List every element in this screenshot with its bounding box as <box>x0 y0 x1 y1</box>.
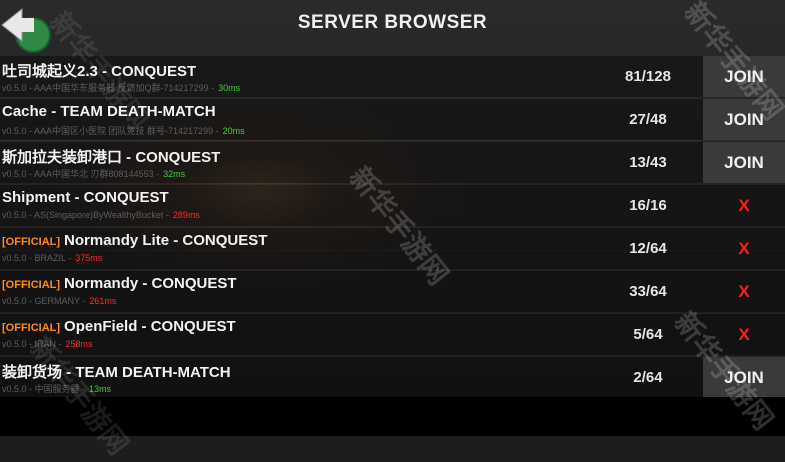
server-row[interactable]: 吐司城起义2.3 - CONQUEST v0.5.0 - AAA中国华东服务器 反… <box>0 55 785 97</box>
server-info: v0.5.0 - AS(Singapore)ByWealthyBucket -2… <box>2 210 200 220</box>
join-button[interactable]: JOIN <box>703 56 785 97</box>
server-name: Cache - TEAM DEATH-MATCH <box>2 103 216 120</box>
server-full-icon: X <box>738 195 750 215</box>
server-name-text: Cache - TEAM DEATH-MATCH <box>2 103 216 120</box>
page-title: SERVER BROWSER <box>297 12 488 33</box>
player-count: 12/64 <box>629 240 667 257</box>
ping-value: 13ms <box>89 384 112 394</box>
server-info: v0.5.0 - AAA中国华东服务器 反馈加Q群-714217299 -30m… <box>2 81 240 94</box>
server-info: v0.5.0 - AAA中国华北 刃群808144553 -32ms <box>2 167 185 180</box>
server-row[interactable]: 装卸货场 - TEAM DEATH-MATCH v0.5.0 - 中国服务器 -1… <box>0 356 785 398</box>
server-info-text: v0.5.0 - AS(Singapore)ByWealthyBucket - <box>2 210 169 220</box>
server-name-text: Normandy - CONQUEST <box>64 275 237 292</box>
server-row[interactable]: Cache - TEAM DEATH-MATCH v0.5.0 - AAA中国区小… <box>0 98 785 140</box>
server-row[interactable]: [OFFICIAL] OpenField - CONQUEST v0.5.0 - I… <box>0 313 785 355</box>
server-full-icon: X <box>738 238 750 258</box>
player-count: 16/16 <box>629 197 667 214</box>
server-name: [OFFICIAL] Normandy Lite - CONQUEST <box>2 232 267 249</box>
server-info: v0.5.0 - BRAZIL -375ms <box>2 253 102 263</box>
server-row[interactable]: 斯加拉夫装卸港口 - CONQUEST v0.5.0 - AAA中国华北 刃群80… <box>0 141 785 183</box>
player-count: 2/64 <box>633 369 663 386</box>
ping-value: 32ms <box>163 169 186 179</box>
server-name: [OFFICIAL] OpenField - CONQUEST <box>2 318 236 335</box>
player-count: 5/64 <box>633 326 663 343</box>
server-info: v0.5.0 - AAA中国区小医院 团队竞技 群号-714217299 -20… <box>2 124 245 137</box>
bottom-bar <box>0 397 785 436</box>
server-row[interactable]: Shipment - CONQUEST v0.5.0 - AS(Singapore… <box>0 184 785 226</box>
server-info: v0.5.0 - IRAN -258ms <box>2 339 93 349</box>
official-tag: [OFFICIAL] <box>2 322 61 334</box>
header-bar: SERVER BROWSER <box>0 0 785 53</box>
server-name-text: 斯加拉夫装卸港口 - CONQUEST <box>2 149 221 166</box>
ping-value: 20ms <box>222 126 245 136</box>
server-info-text: v0.5.0 - GERMANY - <box>2 296 86 306</box>
server-info-text: v0.5.0 - IRAN - <box>2 339 62 349</box>
join-button[interactable]: JOIN <box>703 357 785 398</box>
player-count: 33/64 <box>629 283 667 300</box>
server-name-text: 吐司城起义2.3 - CONQUEST <box>2 63 197 80</box>
server-name-text: Normandy Lite - CONQUEST <box>64 232 268 249</box>
server-info: v0.5.0 - GERMANY -261ms <box>2 296 116 306</box>
server-info-text: v0.5.0 - AAA中国华东服务器 反馈加Q群-714217299 - <box>2 83 215 93</box>
server-info-text: v0.5.0 - 中国服务器 - <box>2 384 86 394</box>
server-info-text: v0.5.0 - BRAZIL - <box>2 253 72 263</box>
server-full-icon: X <box>738 281 750 301</box>
server-name: 斯加拉夫装卸港口 - CONQUEST <box>2 146 220 167</box>
ping-value: 258ms <box>65 339 93 349</box>
server-name: 吐司城起义2.3 - CONQUEST <box>2 60 196 81</box>
player-count: 13/43 <box>629 154 667 171</box>
player-count: 27/48 <box>629 111 667 128</box>
server-name-text: Shipment - CONQUEST <box>2 189 169 206</box>
server-info-text: v0.5.0 - AAA中国区小医院 团队竞技 群号-714217299 - <box>2 126 219 136</box>
ping-value: 261ms <box>89 296 117 306</box>
join-button[interactable]: JOIN <box>703 142 785 183</box>
server-row[interactable]: [OFFICIAL] Normandy - CONQUEST v0.5.0 - GE… <box>0 270 785 312</box>
server-info-text: v0.5.0 - AAA中国华北 刃群808144553 - <box>2 169 160 179</box>
server-info: v0.5.0 - 中国服务器 -13ms <box>2 382 111 395</box>
server-row[interactable]: [OFFICIAL] Normandy Lite - CONQUEST v0.5.0… <box>0 227 785 269</box>
ping-value: 289ms <box>172 210 200 220</box>
join-button[interactable]: JOIN <box>703 99 785 140</box>
server-name-text: 装卸货场 - TEAM DEATH-MATCH <box>2 364 231 381</box>
server-name: Shipment - CONQUEST <box>2 189 169 206</box>
server-name-text: OpenField - CONQUEST <box>64 318 236 335</box>
server-name: 装卸货场 - TEAM DEATH-MATCH <box>2 361 231 382</box>
server-name: [OFFICIAL] Normandy - CONQUEST <box>2 275 237 292</box>
player-count: 81/128 <box>625 68 671 85</box>
official-tag: [OFFICIAL] <box>2 279 61 291</box>
server-full-icon: X <box>738 324 750 344</box>
ping-value: 375ms <box>75 253 103 263</box>
official-tag: [OFFICIAL] <box>2 236 61 248</box>
ping-value: 30ms <box>218 83 241 93</box>
